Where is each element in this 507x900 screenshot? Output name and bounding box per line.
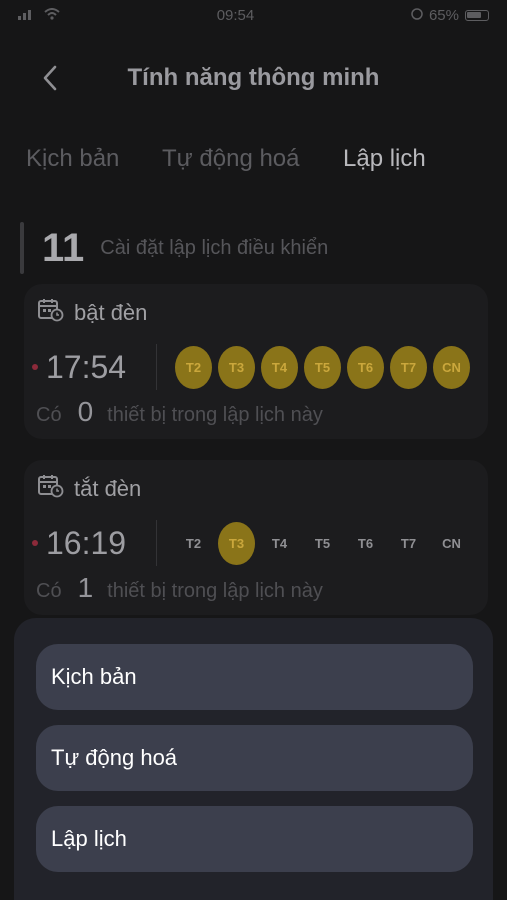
weekday-chip: T5 (314, 535, 331, 551)
schedule-name: tắt đèn (74, 475, 142, 501)
weekday-chip: T7 (400, 535, 417, 551)
device-count-line: Có 1 thiết bị trong lập lịch này (36, 572, 323, 604)
battery-icon (464, 9, 489, 21)
weekday-chip: T5 (304, 345, 341, 389)
device-count: 0 (77, 396, 94, 427)
tab-scenarios[interactable]: Kịch bản (26, 145, 119, 173)
schedule-time: 16:19 (46, 524, 127, 561)
divider (156, 520, 157, 566)
status-left (18, 7, 60, 24)
card-header: tắt đèn (38, 474, 141, 503)
divider (156, 344, 157, 390)
weekday-chip: T2 (185, 535, 202, 551)
sheet-option-scenarios[interactable]: Kịch bản (36, 644, 473, 710)
weekday-chip: T2 (175, 345, 212, 389)
summary-label: Cài đặt lập lịch điều khiển (100, 236, 329, 259)
weekday-chip: T3 (218, 345, 255, 389)
orientation-lock-icon (411, 7, 423, 24)
device-count: 1 (77, 572, 94, 603)
status-right: 65% (411, 7, 489, 24)
weekday-chip: T3 (218, 521, 255, 565)
schedule-name: bật đèn (74, 299, 148, 325)
device-count-suffix: thiết bị trong lập lịch này (107, 580, 323, 602)
schedule-summary: 11 Cài đặt lập lịch điều khiển (20, 222, 328, 274)
schedule-card[interactable]: bật đèn 17:54 T2 T3 T4 T5 T6 T7 CN Có 0 … (24, 284, 488, 439)
schedule-card[interactable]: tắt đèn 16:19 T2 T3 T4 T5 T6 T7 CN Có 1 … (24, 460, 488, 615)
tab-bar: Kịch bản Tự động hoá Lập lịch (0, 145, 507, 185)
chevron-left-icon (43, 65, 57, 91)
battery-percent: 65% (428, 6, 459, 24)
signal-icon (18, 7, 36, 24)
schedule-count: 11 (42, 225, 85, 270)
calendar-clock-icon (38, 298, 64, 327)
action-sheet: Kịch bản Tự động hoá Lập lịch (14, 618, 493, 900)
card-header: bật đèn (38, 298, 147, 327)
calendar-clock-icon (38, 474, 64, 503)
tab-automation[interactable]: Tự động hoá (162, 145, 300, 173)
sheet-option-schedule[interactable]: Lập lịch (36, 806, 473, 872)
page-title: Tính năng thông minh (127, 64, 380, 91)
time-row: 17:54 T2 T3 T4 T5 T6 T7 CN (32, 342, 470, 392)
wifi-icon (44, 7, 60, 24)
weekday-chip: T4 (271, 535, 288, 551)
weekday-list: T2 T3 T4 T5 T6 T7 CN (175, 521, 470, 565)
device-count-prefix: Có (36, 580, 62, 602)
weekday-chip: T6 (357, 535, 374, 551)
summary-accent-bar (20, 222, 24, 274)
sheet-option-automation[interactable]: Tự động hoá (36, 725, 473, 791)
back-button[interactable] (32, 60, 68, 96)
status-bar: 09:54 65% (0, 0, 507, 30)
device-count-prefix: Có (36, 404, 62, 426)
status-dot (32, 364, 38, 370)
weekday-chip: T6 (347, 345, 384, 389)
status-time: 09:54 (216, 6, 255, 24)
time-row: 16:19 T2 T3 T4 T5 T6 T7 CN (32, 518, 470, 568)
status-dot (32, 540, 38, 546)
device-count-line: Có 0 thiết bị trong lập lịch này (36, 396, 323, 428)
tab-schedule[interactable]: Lập lịch (343, 145, 426, 173)
weekday-chip: CN (433, 345, 470, 389)
weekday-list: T2 T3 T4 T5 T6 T7 CN (175, 345, 470, 389)
weekday-chip: T4 (261, 345, 298, 389)
weekday-chip: T7 (390, 345, 427, 389)
device-count-suffix: thiết bị trong lập lịch này (107, 404, 323, 426)
weekday-chip: CN (442, 535, 461, 551)
header: Tính năng thông minh (0, 50, 507, 106)
schedule-time: 17:54 (46, 348, 127, 385)
